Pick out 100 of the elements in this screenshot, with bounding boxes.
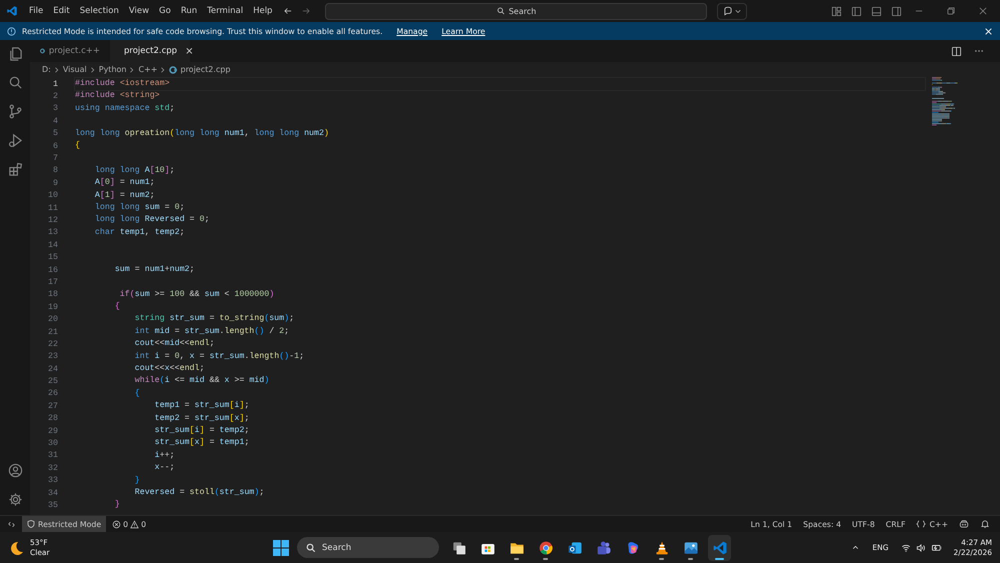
sidebar-toggle-icon[interactable]: [851, 6, 862, 16]
code-line: }: [114, 499, 120, 512]
photos-icon: [682, 540, 698, 556]
wifi-icon[interactable]: [900, 542, 911, 552]
taskbar-app[interactable]: [708, 534, 731, 560]
braces-icon: [916, 520, 926, 528]
caret-icon: [735, 8, 742, 14]
menu-item[interactable]: Go: [154, 4, 176, 18]
code-line: long long Reversed = 0;: [94, 214, 210, 226]
breadcrumb-item[interactable]: Python: [98, 65, 126, 74]
settings-icon[interactable]: [8, 492, 22, 507]
line-number: 16: [47, 266, 58, 275]
line-number: 24: [47, 364, 58, 374]
panel-toggle-icon[interactable]: [871, 6, 882, 16]
code-line: using namespace std;: [75, 102, 175, 115]
moon-icon[interactable]: [8, 540, 24, 556]
chevron-icon: [90, 66, 96, 72]
chat-button[interactable]: [717, 2, 748, 20]
code-line: }: [134, 474, 140, 486]
source-control-icon[interactable]: [8, 104, 22, 119]
taskbar-search-field[interactable]: Search: [297, 537, 439, 558]
line-number: 22: [47, 340, 58, 349]
line-number: 14: [47, 240, 58, 250]
explorer-icon[interactable]: [8, 46, 22, 61]
taskview-icon: [450, 540, 466, 556]
mail-icon: [566, 540, 582, 556]
app-logo-icon: [6, 5, 18, 17]
code-line: sum = num1+num2;: [114, 264, 195, 276]
line-number: 34: [47, 488, 58, 498]
code-line: A[1] = num2;: [94, 190, 155, 202]
warning-icon[interactable]: [130, 520, 140, 528]
code-line: temp1 = str_sum[i];: [154, 400, 250, 412]
code-line: A[0] = num1;: [94, 177, 155, 190]
remote-icon[interactable]: [6, 520, 16, 528]
start-icon[interactable]: [273, 540, 289, 556]
secondary-sidebar-icon[interactable]: [891, 6, 902, 16]
close-icon[interactable]: [978, 6, 988, 16]
line-number: 26: [47, 389, 58, 398]
chevron-icon: [54, 66, 60, 72]
error-icon[interactable]: [112, 520, 122, 528]
back-arrow-icon[interactable]: [283, 6, 294, 16]
code-line: {: [114, 301, 120, 314]
restore-icon[interactable]: [946, 6, 956, 16]
line-number: 10: [47, 191, 58, 200]
breadcrumb-item[interactable]: Visual: [62, 65, 87, 74]
line-number: 12: [47, 216, 58, 225]
search-icon: [306, 542, 316, 552]
menu-item[interactable]: View: [124, 4, 154, 18]
code-line: #include <iostream>: [75, 78, 925, 90]
menu-item[interactable]: Run: [176, 4, 202, 18]
line-number: 21: [47, 328, 58, 336]
code-line: long long A[10];: [94, 164, 175, 177]
code-line: char temp1, temp2;: [94, 226, 185, 239]
cone-icon: [654, 540, 670, 556]
battery-icon[interactable]: [930, 542, 942, 553]
line-number: 19: [47, 302, 58, 312]
code-line: cout<<mid<<endl;: [134, 338, 214, 350]
code-line: {: [134, 388, 140, 400]
menu-item[interactable]: Terminal: [202, 4, 248, 18]
line-number: 18: [47, 290, 58, 300]
menu-item[interactable]: Help: [248, 4, 278, 18]
breadcrumb-item[interactable]: C++: [138, 65, 158, 74]
run-debug-icon[interactable]: [8, 133, 22, 148]
extensions-icon[interactable]: [8, 162, 22, 177]
bell-icon[interactable]: [980, 519, 990, 529]
line-number: 33: [47, 476, 58, 486]
code-line: temp2 = str_sum[x];: [154, 412, 250, 425]
line-number: 20: [47, 315, 58, 324]
menu-item[interactable]: Selection: [74, 4, 124, 18]
layout-icon[interactable]: [831, 6, 842, 16]
forward-arrow-icon[interactable]: [301, 6, 312, 16]
line-number: 5: [52, 129, 58, 138]
editor-tab[interactable]: project2.cpp ×: [110, 40, 190, 62]
line-number: 4: [52, 116, 58, 126]
command-search-field[interactable]: Search: [325, 2, 708, 20]
account-icon[interactable]: [8, 463, 22, 478]
line-number: 6: [52, 142, 58, 151]
search-icon[interactable]: [8, 75, 22, 90]
line-number: 8: [52, 166, 58, 176]
line-number: 35: [47, 500, 58, 510]
chrome-icon: [538, 540, 554, 556]
breadcrumb-item[interactable]: D:: [42, 65, 51, 74]
code-line: long long opreation(long long num1, long long num2): [75, 128, 329, 140]
line-number: 15: [47, 253, 58, 262]
chevron-icon: [160, 66, 166, 72]
split-editor-icon[interactable]: [951, 46, 962, 56]
line-number: 28: [47, 414, 58, 424]
line-number: 32: [47, 464, 58, 473]
line-number: 2: [52, 92, 58, 102]
line-number: 27: [47, 402, 58, 411]
volume-icon[interactable]: [916, 542, 926, 552]
menu-item[interactable]: File: [24, 4, 48, 18]
line-number: 23: [47, 352, 58, 362]
menu-item[interactable]: Edit: [48, 4, 75, 18]
code-line: #include <string>: [75, 90, 160, 102]
line-number: 3: [52, 104, 58, 114]
line-number: 25: [47, 377, 58, 386]
line-number: 1: [52, 80, 58, 89]
code-line: int mid = str_sum.length() / 2;: [134, 326, 290, 338]
breadcrumb-item[interactable]: project2.cpp: [180, 65, 230, 74]
